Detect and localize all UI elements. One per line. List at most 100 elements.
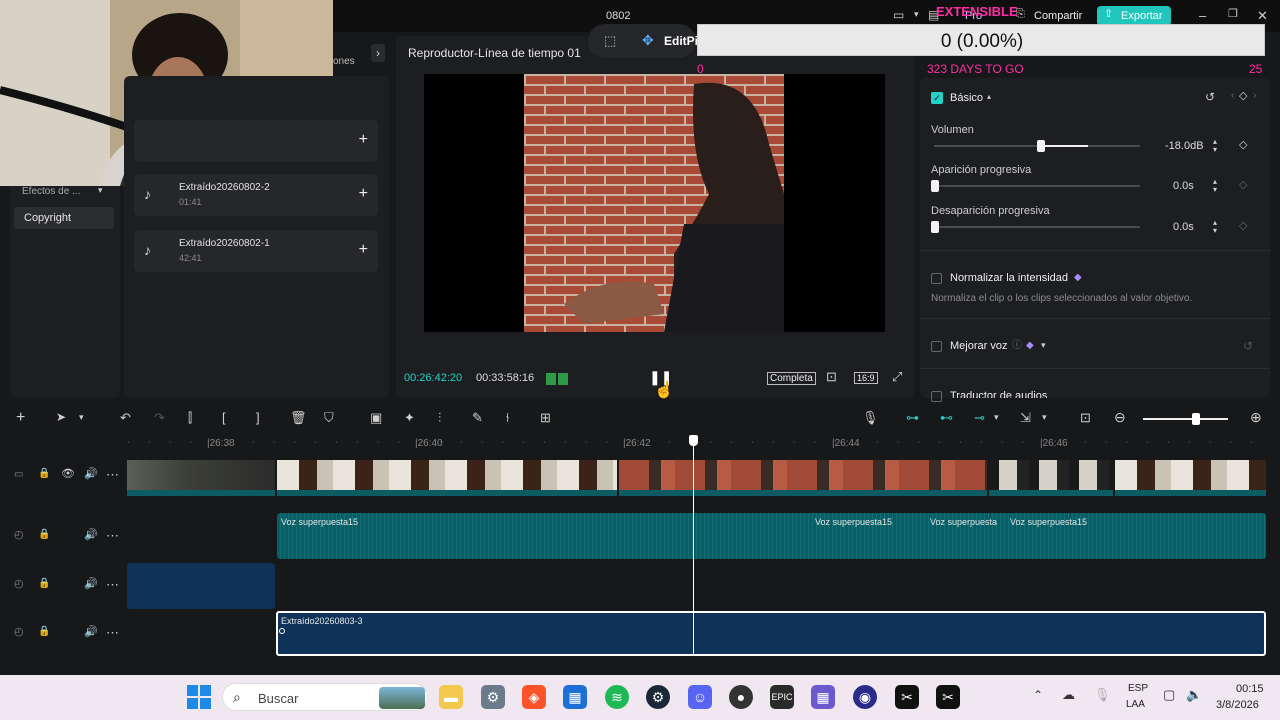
lang-layout[interactable]: LAA [1126,699,1145,710]
fade-out-value[interactable]: 0.0s [1173,221,1194,233]
keyframe-icon[interactable]: ◇ [1239,221,1247,232]
chevron-down-icon[interactable]: ▾ [1041,341,1046,350]
crop-icon[interactable]: ⊞ [540,411,551,424]
lock-icon[interactable]: 🔒 [38,530,50,540]
media-item[interactable]: + [134,120,378,162]
brave-icon[interactable]: ◈ [522,685,546,709]
audio-clip[interactable] [127,563,275,609]
more-icon[interactable]: ⋯ [106,468,119,481]
more-icon[interactable]: ⋯ [106,529,119,542]
lang-code[interactable]: ESP [1128,683,1148,694]
stepper-icon[interactable]: ▴ ▾ [1213,138,1217,154]
split-left-icon[interactable]: [ [222,411,226,424]
captions-icon[interactable]: ▣ [370,411,382,424]
settings-icon[interactable]: ⚙ [481,685,505,709]
chevron-down-icon[interactable]: ▾ [994,413,999,422]
chevron-right-icon[interactable]: › [371,44,385,62]
cloud-icon[interactable]: ☁ [1062,688,1075,701]
apps-icon[interactable]: ▦ [811,685,835,709]
info-icon[interactable]: ⓘ [1012,341,1022,351]
select-icon[interactable]: ⬚ [604,34,616,47]
keyframe-icon[interactable]: ◇ [1239,180,1247,191]
zoom-out-icon[interactable]: ⊖ [1114,410,1126,424]
zoom-slider[interactable] [1143,418,1228,420]
keyframe-handle[interactable] [279,628,285,634]
lock-icon[interactable]: 🔒 [38,627,50,637]
chevron-down-icon[interactable]: ▾ [914,10,919,19]
basic-section-title[interactable]: Básico [950,92,983,104]
fade-in-slider[interactable] [934,185,1140,187]
fullscreen-icon[interactable]: ⤢ [892,370,902,383]
maximize-icon[interactable]: ❐ [1228,9,1238,20]
search-box[interactable]: ⌕ Buscar [222,683,428,711]
undo-icon[interactable]: ↶ [120,411,131,424]
zoom-slider-knob[interactable] [1192,413,1200,425]
nav-effects[interactable]: Efectos de ... [22,186,80,197]
chevron-down-icon[interactable]: ▾ [79,413,84,422]
volume-icon[interactable]: 🔈 [1186,688,1202,701]
layout-icon[interactable]: ▭ [893,9,904,21]
video-clip[interactable] [989,460,1113,496]
epic-games-icon[interactable]: EPIC [770,685,794,709]
keyframe-icon[interactable]: ◇ [1239,140,1247,151]
add-icon[interactable]: + [359,185,368,203]
basic-checkbox[interactable]: ✓ [931,92,943,104]
zoom-in-icon[interactable]: ⊕ [1250,410,1262,424]
prev-keyframe-icon[interactable]: ‹ [1231,91,1234,101]
export-button[interactable]: ⇧ Exportar [1097,6,1171,26]
video-clip[interactable] [127,460,275,496]
video-clip[interactable] [277,460,617,496]
stepper-icon[interactable]: ▴ ▾ [1213,219,1217,235]
volume-slider-knob[interactable] [1037,140,1045,152]
ruler[interactable] [128,441,1268,443]
windows-start-icon[interactable] [187,685,211,709]
tab-partial[interactable]: ones [333,56,355,67]
discord-icon[interactable]: ☺ [688,685,712,709]
add-icon[interactable]: + [359,241,368,259]
shield-icon[interactable]: ⛉ [324,411,334,424]
media-item[interactable]: ♪ Extraído20260802-1 42:41 + [134,230,378,272]
more-icon[interactable]: ⋯ [106,626,119,639]
microphone-icon[interactable]: 🎙 [862,411,879,424]
magic-icon[interactable]: ✎ [472,411,483,424]
lock-icon[interactable]: 🔒 [38,469,50,479]
reset-icon[interactable]: ↺ [1205,91,1215,103]
fade-in-value[interactable]: 0.0s [1173,180,1194,192]
clock-date[interactable]: 3/8/2026 [1216,699,1259,711]
steam-icon[interactable]: ⚙ [646,685,670,709]
preview-axis-icon[interactable]: ⇲ [1020,411,1031,424]
eye-icon[interactable]: 👁 [61,469,75,480]
next-keyframe-icon[interactable]: › [1253,91,1256,101]
clock-time[interactable]: 00:15 [1236,683,1264,695]
freeze-icon[interactable]: ⫮ [506,411,509,424]
obs-icon[interactable]: ● [729,685,753,709]
ai-icon[interactable]: ✦ [404,411,415,424]
video-clip[interactable] [619,460,987,496]
cover-icon[interactable]: ▭ [14,470,23,480]
screenshot-icon[interactable]: ⊡ [826,370,837,383]
quality-button[interactable]: Completa [767,372,816,385]
capcut-active-icon[interactable]: ✂ [936,685,960,709]
lock-icon[interactable]: 🔒 [38,579,50,589]
split-right-icon[interactable]: ] [256,411,260,424]
enhance-voice-checkbox[interactable] [931,341,942,352]
edit-pill[interactable]: ⬚ ✥ EditPi [588,24,698,58]
split-icon[interactable]: ⫿ [188,411,192,424]
media-item[interactable]: ♪ Extraído20260802-2 01:41 + [134,174,378,216]
file-explorer-icon[interactable]: ▬ [439,685,463,709]
reset-icon[interactable]: ↺ [1243,340,1253,352]
cursor-icon[interactable]: ➤ [56,411,66,423]
microphone-icon[interactable]: 🎙 [1094,688,1111,701]
snap-icon[interactable]: ⊸ [974,411,985,424]
speaker-icon[interactable]: 🔊 [84,530,98,541]
caret-up-icon[interactable]: ▴ [987,93,991,101]
chevron-down-icon[interactable]: ▾ [1042,413,1047,422]
fit-icon[interactable]: ⊡ [1080,411,1091,424]
keyframe-icon[interactable]: ◇ [1239,91,1247,102]
move-icon[interactable]: ✥ [642,33,654,47]
edit-label[interactable]: EditPi [664,34,698,48]
link-icon[interactable]: ⊶ [906,411,919,424]
spotify-icon[interactable]: ≋ [605,685,629,709]
close-icon[interactable]: ✕ [1257,9,1268,22]
main-audio-clip[interactable]: Extraído20260803-3 [276,611,1266,656]
